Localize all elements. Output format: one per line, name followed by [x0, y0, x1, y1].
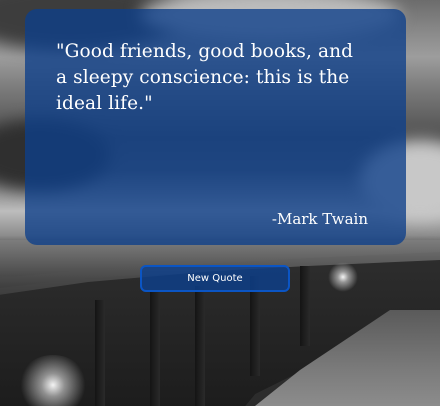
wall-pillar — [195, 286, 205, 406]
quote-card: "Good friends, good books, and a sleepy … — [25, 9, 406, 245]
new-quote-button[interactable]: New Quote — [140, 265, 290, 292]
quote-text: "Good friends, good books, and a sleepy … — [56, 41, 354, 114]
wall-pillar — [300, 266, 310, 346]
wall-pillar — [150, 292, 160, 406]
wall-light — [18, 355, 88, 406]
wall-pillar — [95, 300, 105, 406]
quote-author: -Mark Twain — [271, 210, 368, 228]
wall-light — [328, 262, 358, 292]
